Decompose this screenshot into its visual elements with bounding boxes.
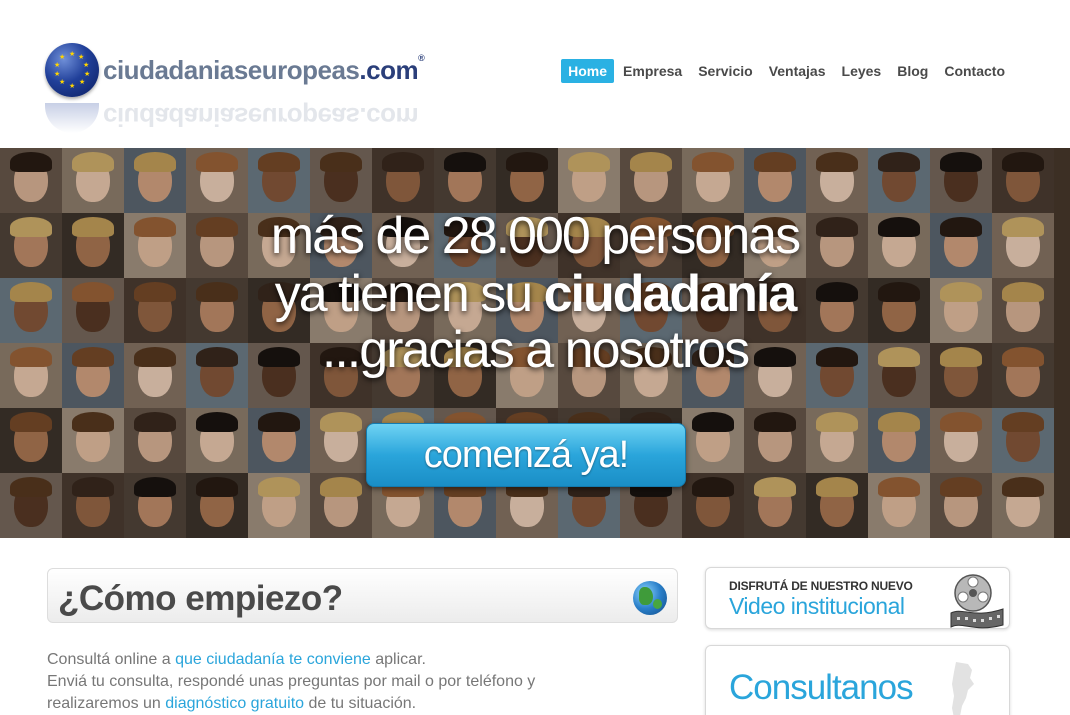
- institutional-video-banner[interactable]: DISFRUTÁ DE NUESTRO NUEVO Video instituc…: [705, 567, 1010, 629]
- hero-line-2: ya tienen su ciudadanía: [274, 265, 798, 323]
- site-logo[interactable]: ★ ★ ★ ★ ★ ★ ★ ★ ★ ★ ciudadaniaseuropeas.…: [45, 43, 425, 143]
- logo-text-reflection: ciudadaniaseuropeas.com: [103, 102, 419, 132]
- section-title: ¿Cómo empiezo?: [58, 579, 343, 618]
- how-to-start-header: ¿Cómo empiezo?: [47, 568, 678, 623]
- hero-banner: más de 28.000 personas ya tienen su ciud…: [0, 148, 1070, 538]
- nav-ventajas[interactable]: Ventajas: [762, 59, 833, 83]
- nav-home[interactable]: Home: [561, 59, 615, 83]
- nav-blog[interactable]: Blog: [890, 59, 935, 83]
- main-nav: Home Empresa Servicio Ventajas Leyes Blo…: [559, 59, 1012, 83]
- free-diagnosis-link[interactable]: diagnóstico gratuito: [165, 695, 304, 712]
- intro-text: Consultá online a que ciudadanía te conv…: [47, 649, 667, 715]
- nav-servicio[interactable]: Servicio: [691, 59, 759, 83]
- which-citizenship-link[interactable]: que ciudadanía te conviene: [175, 651, 371, 668]
- video-kicker: DISFRUTÁ DE NUESTRO NUEVO: [729, 579, 913, 593]
- intro-line-1: Consultá online a que ciudadanía te conv…: [47, 651, 426, 668]
- intro-line-2: Enviá tu consulta, respondé unas pregunt…: [47, 673, 536, 690]
- earth-globe-icon: [633, 581, 667, 615]
- nav-empresa[interactable]: Empresa: [616, 59, 689, 83]
- argentina-map-icon: [952, 662, 974, 715]
- logo-text: ciudadaniaseuropeas.com®: [103, 53, 425, 85]
- intro-line-3: realizaremos un diagnóstico gratuito de …: [47, 695, 417, 712]
- start-now-button[interactable]: comenzá ya!: [366, 423, 686, 487]
- film-reel-icon: [950, 574, 1004, 629]
- nav-contacto[interactable]: Contacto: [937, 59, 1012, 83]
- nav-leyes[interactable]: Leyes: [835, 59, 889, 83]
- hero-line-3: ...gracias a nosotros: [321, 321, 750, 379]
- eu-globe-icon: ★ ★ ★ ★ ★ ★ ★ ★ ★ ★: [45, 43, 99, 97]
- logo-reflection: [45, 103, 99, 133]
- contact-us-title: Consultanos: [729, 668, 914, 707]
- video-title: Video institucional: [729, 593, 905, 619]
- hero-line-1: más de 28.000 personas: [270, 207, 801, 265]
- site-header: ★ ★ ★ ★ ★ ★ ★ ★ ★ ★ ciudadaniaseuropeas.…: [0, 0, 1070, 148]
- contact-us-banner[interactable]: Consultanos: [705, 645, 1010, 715]
